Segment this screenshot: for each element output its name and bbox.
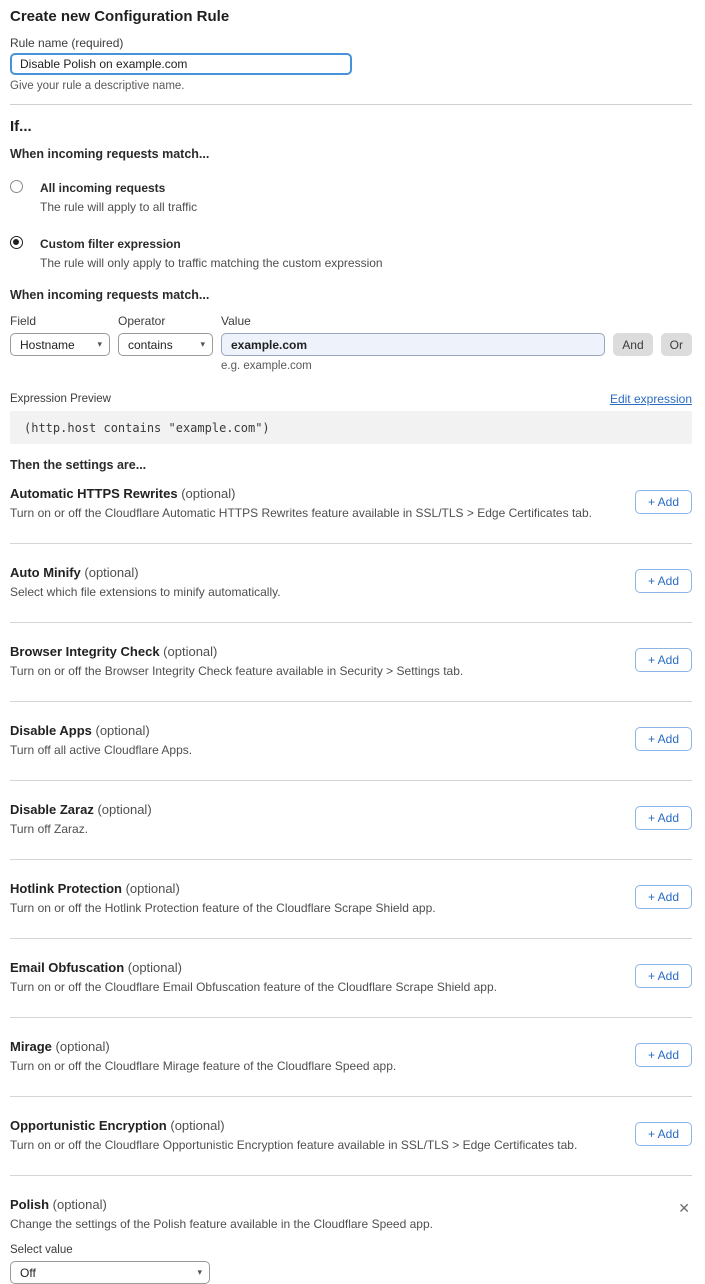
expression-builder-row: Field Hostname ▾ Operator contains ▾ Val…	[10, 315, 692, 356]
add-button[interactable]: + Add	[635, 1043, 692, 1067]
setting-row-disable-apps: Disable Apps (optional) Turn off all act…	[10, 702, 692, 781]
polish-value-select[interactable]: Off ▾	[10, 1261, 210, 1284]
then-settings-heading: Then the settings are...	[10, 458, 692, 473]
value-column: Value	[221, 315, 605, 356]
setting-title: Polish (optional)	[10, 1197, 676, 1213]
operator-label: Operator	[118, 315, 213, 328]
section-divider	[10, 104, 692, 105]
setting-title: Automatic HTTPS Rewrites (optional)	[10, 486, 635, 502]
radio-option-all-incoming-requests[interactable]: All incoming requests The rule will appl…	[10, 179, 692, 214]
setting-title: Disable Zaraz (optional)	[10, 802, 635, 818]
value-input[interactable]	[221, 333, 605, 356]
polish-select-value: Off	[20, 1266, 36, 1280]
setting-row-disable-zaraz: Disable Zaraz (optional) Turn off Zaraz.…	[10, 781, 692, 860]
create-configuration-rule-page: Create new Configuration Rule Rule name …	[0, 0, 705, 1284]
setting-description: Turn off Zaraz.	[10, 823, 635, 836]
add-button[interactable]: + Add	[635, 648, 692, 672]
setting-description: Change the settings of the Polish featur…	[10, 1218, 676, 1231]
page-title: Create new Configuration Rule	[10, 8, 692, 26]
add-button[interactable]: + Add	[635, 569, 692, 593]
setting-title: Hotlink Protection (optional)	[10, 881, 635, 897]
close-icon[interactable]: ✕	[676, 1199, 692, 1217]
operator-select[interactable]: contains ▾	[118, 333, 213, 356]
or-button[interactable]: Or	[661, 333, 692, 356]
setting-row-email-obfuscation: Email Obfuscation (optional) Turn on or …	[10, 939, 692, 1018]
add-button[interactable]: + Add	[635, 1122, 692, 1146]
and-button[interactable]: And	[613, 333, 652, 356]
expression-preview-code: (http.host contains "example.com")	[10, 411, 692, 444]
radio-option-custom-filter-expression[interactable]: Custom filter expression The rule will o…	[10, 235, 692, 270]
edit-expression-link[interactable]: Edit expression	[610, 392, 692, 406]
setting-title: Auto Minify (optional)	[10, 565, 635, 581]
radio-description: The rule will apply to all traffic	[40, 200, 197, 214]
setting-row-opportunistic-encryption: Opportunistic Encryption (optional) Turn…	[10, 1097, 692, 1176]
setting-title: Email Obfuscation (optional)	[10, 960, 635, 976]
rule-name-input[interactable]	[10, 53, 352, 75]
setting-description: Turn on or off the Cloudflare Automatic …	[10, 507, 635, 520]
add-button[interactable]: + Add	[635, 885, 692, 909]
select-value-label: Select value	[10, 1243, 676, 1257]
setting-description: Select which file extensions to minify a…	[10, 586, 635, 599]
chevron-down-icon: ▾	[197, 1267, 202, 1278]
field-select[interactable]: Hostname ▾	[10, 333, 110, 356]
radio-selected-icon[interactable]	[10, 236, 23, 249]
if-heading: If...	[10, 118, 692, 136]
value-label: Value	[221, 315, 605, 328]
rule-name-help: Give your rule a descriptive name.	[10, 80, 692, 93]
operator-select-value: contains	[128, 338, 173, 352]
expression-preview-header: Expression Preview Edit expression	[10, 392, 692, 406]
setting-description: Turn on or off the Cloudflare Opportunis…	[10, 1139, 635, 1152]
chevron-down-icon: ▾	[200, 339, 205, 350]
add-button[interactable]: + Add	[635, 490, 692, 514]
setting-title: Mirage (optional)	[10, 1039, 635, 1055]
add-button[interactable]: + Add	[635, 964, 692, 988]
value-hint: e.g. example.com	[10, 360, 692, 373]
field-column: Field Hostname ▾	[10, 315, 110, 356]
operator-column: Operator contains ▾	[118, 315, 213, 356]
setting-title: Disable Apps (optional)	[10, 723, 635, 739]
setting-row-mirage: Mirage (optional) Turn on or off the Clo…	[10, 1018, 692, 1097]
setting-title: Opportunistic Encryption (optional)	[10, 1118, 635, 1134]
matcher-heading: When incoming requests match...	[10, 288, 692, 303]
rule-name-label: Rule name (required)	[10, 36, 692, 50]
incoming-requests-match-heading: When incoming requests match...	[10, 147, 692, 162]
setting-title: Browser Integrity Check (optional)	[10, 644, 635, 660]
radio-unselected-icon[interactable]	[10, 180, 23, 193]
setting-description: Turn on or off the Hotlink Protection fe…	[10, 902, 635, 915]
radio-label: All incoming requests	[40, 181, 165, 195]
setting-description: Turn on or off the Cloudflare Mirage fea…	[10, 1060, 635, 1073]
field-select-value: Hostname	[20, 338, 75, 352]
setting-row-auto-minify: Auto Minify (optional) Select which file…	[10, 544, 692, 623]
expression-preview-label: Expression Preview	[10, 392, 111, 406]
setting-description: Turn on or off the Browser Integrity Che…	[10, 665, 635, 678]
setting-row-automatic-https-rewrites: Automatic HTTPS Rewrites (optional) Turn…	[10, 473, 692, 544]
setting-row-browser-integrity-check: Browser Integrity Check (optional) Turn …	[10, 623, 692, 702]
radio-label: Custom filter expression	[40, 237, 181, 251]
setting-row-polish: Polish (optional) Change the settings of…	[10, 1176, 692, 1284]
field-label: Field	[10, 315, 110, 328]
radio-description: The rule will only apply to traffic matc…	[40, 256, 383, 270]
setting-description: Turn on or off the Cloudflare Email Obfu…	[10, 981, 635, 994]
add-button[interactable]: + Add	[635, 806, 692, 830]
chevron-down-icon: ▾	[97, 339, 102, 350]
setting-row-hotlink-protection: Hotlink Protection (optional) Turn on or…	[10, 860, 692, 939]
add-button[interactable]: + Add	[635, 727, 692, 751]
setting-description: Turn off all active Cloudflare Apps.	[10, 744, 635, 757]
